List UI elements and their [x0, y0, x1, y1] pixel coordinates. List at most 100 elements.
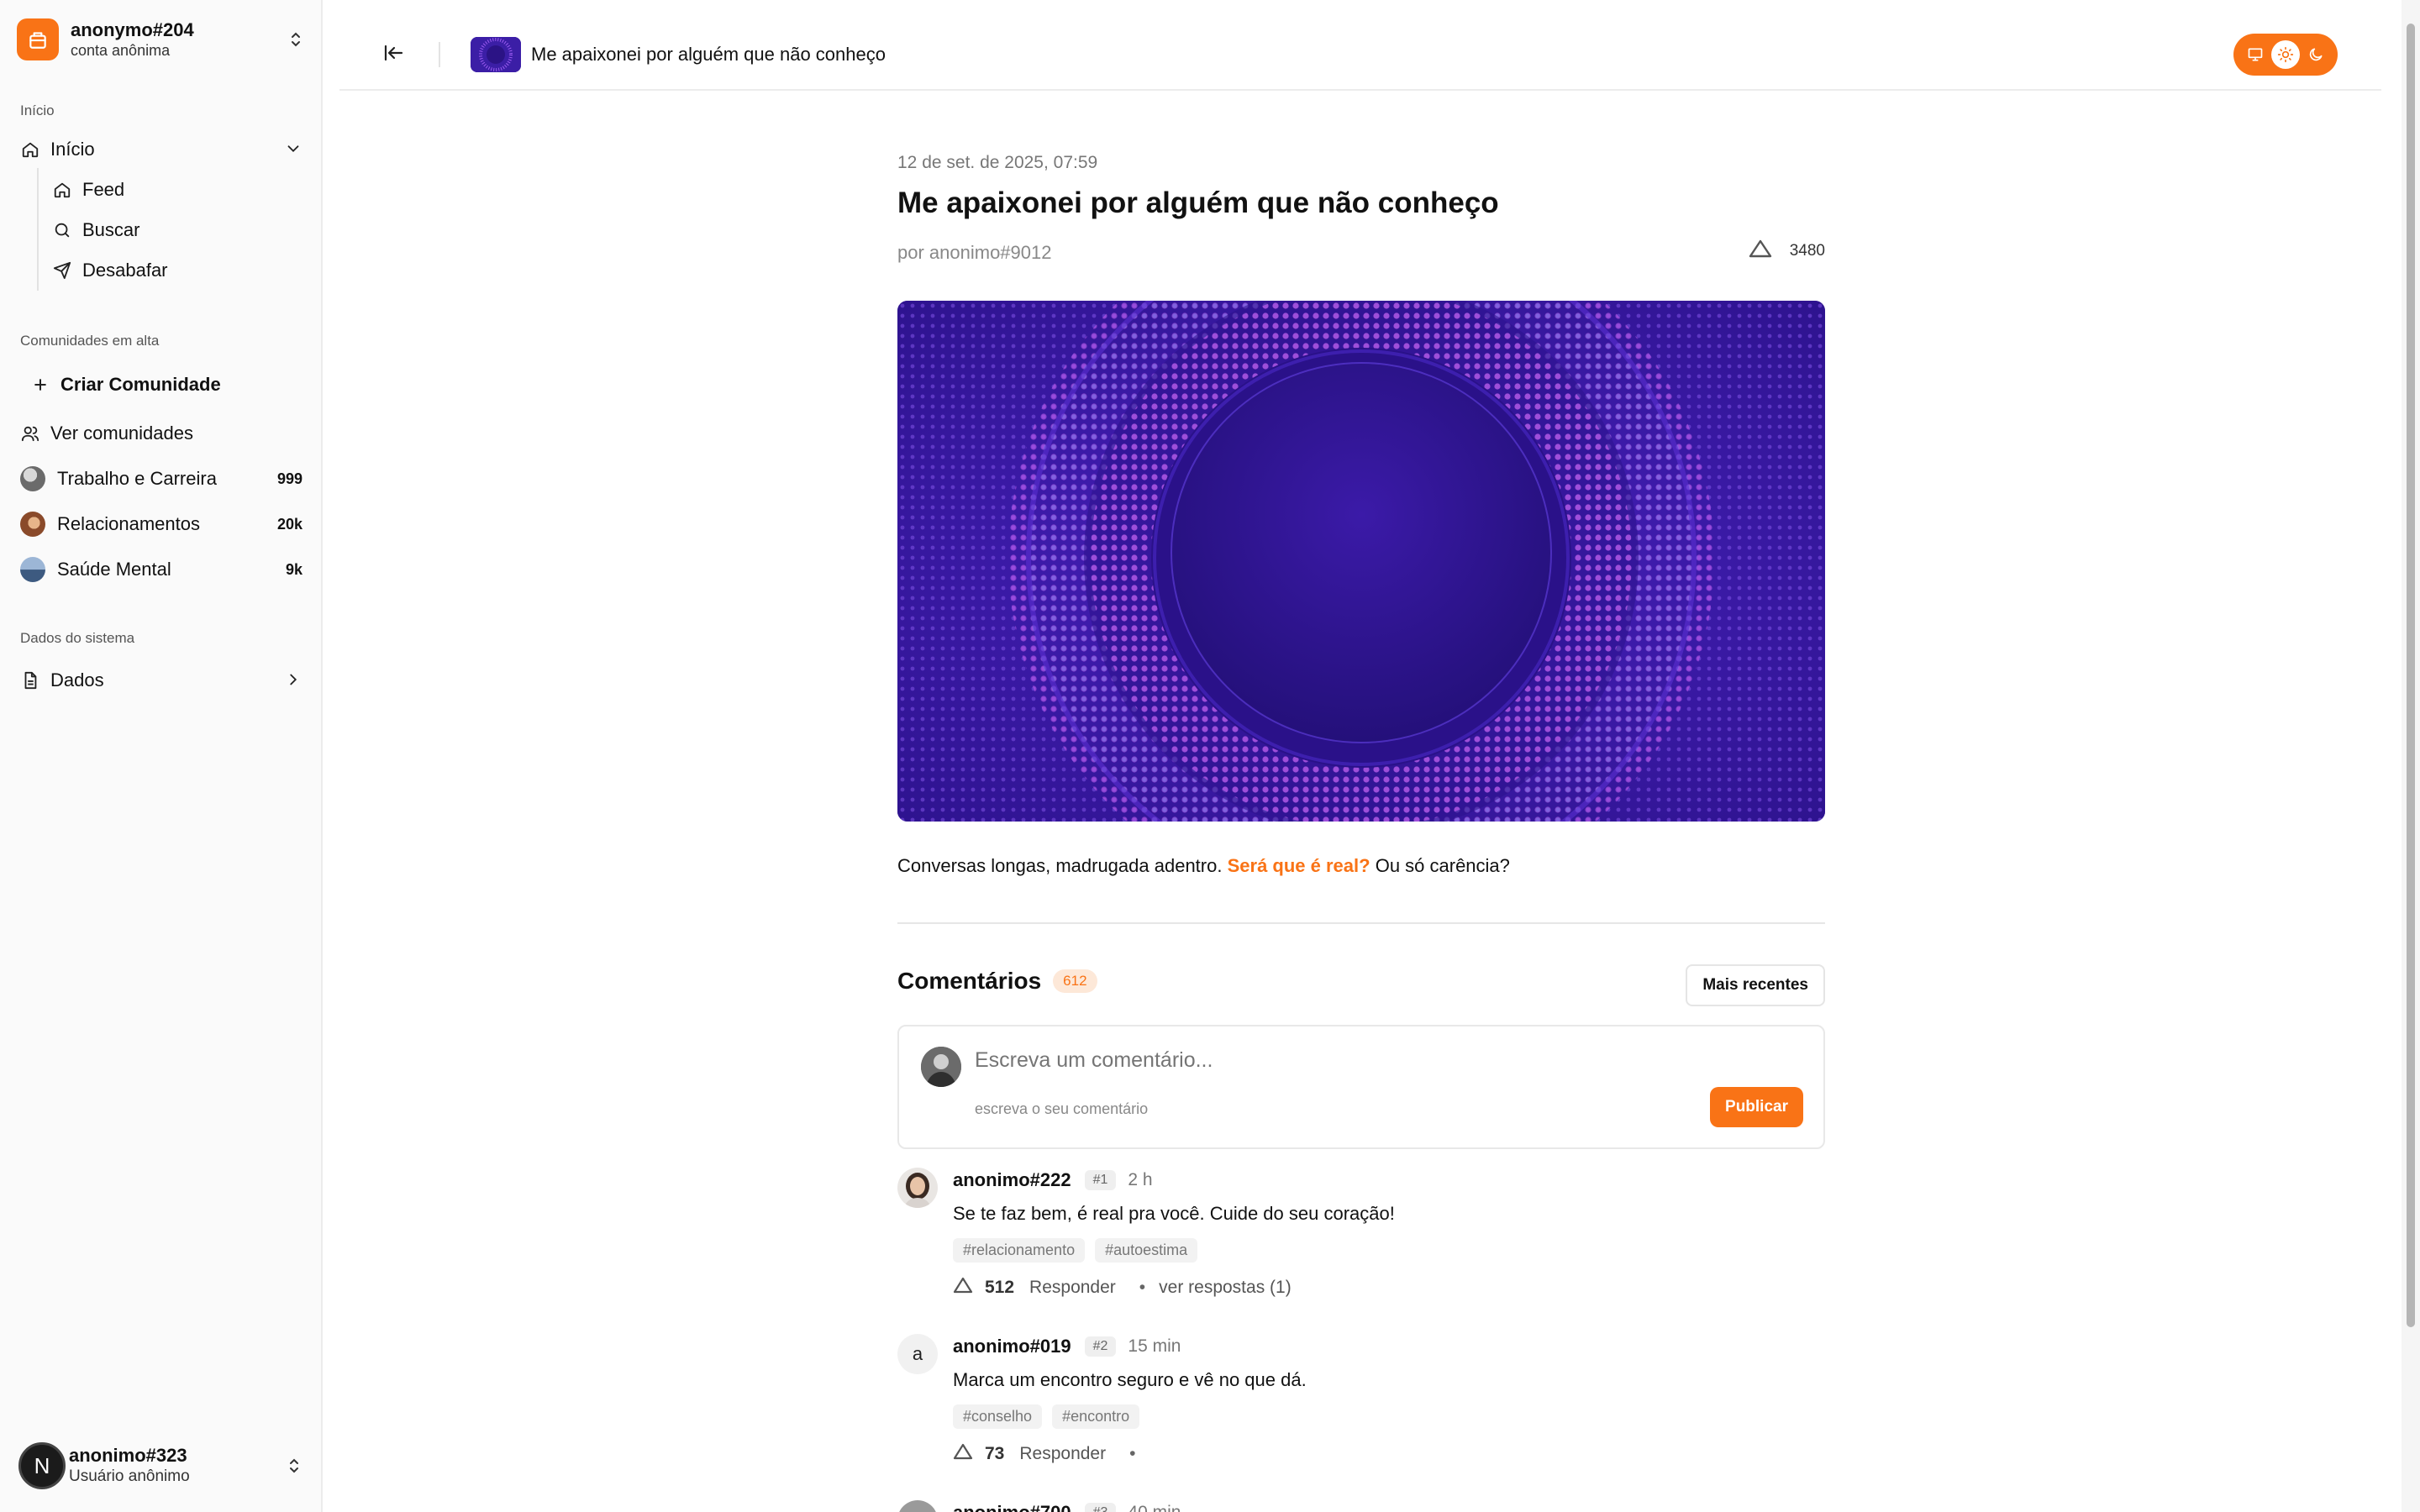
comment-time: 15 min — [1128, 1336, 1181, 1356]
comment-composer: escreva o seu comentário Publicar — [897, 1025, 1825, 1149]
moon-icon[interactable] — [2302, 40, 2330, 69]
theme-toggle[interactable] — [2233, 34, 2338, 76]
post-thumbnail — [471, 37, 521, 72]
upvote-icon[interactable] — [1748, 239, 1773, 264]
community-name: Relacionamentos — [57, 513, 200, 534]
comment-vote-count: 73 — [985, 1444, 1005, 1463]
account-type: conta anônima — [71, 42, 171, 59]
comment-actions: 73 Responder • — [953, 1443, 1149, 1465]
monitor-icon[interactable] — [2241, 40, 2270, 69]
chevron-right-icon[interactable] — [284, 670, 302, 694]
sidebar: anonymo#204 conta anônima Início Início … — [0, 0, 323, 1512]
post-date: 12 de set. de 2025, 07:59 — [897, 153, 1098, 172]
divider — [897, 922, 1825, 924]
publish-button[interactable]: Publicar — [1710, 1087, 1803, 1127]
nav-home[interactable]: Início — [20, 133, 302, 166]
see-communities-link[interactable]: Ver comunidades — [20, 417, 193, 450]
chevron-down-icon[interactable] — [284, 139, 302, 163]
tag[interactable]: #autoestima — [1095, 1238, 1198, 1263]
house-icon — [20, 139, 40, 160]
community-name: Saúde Mental — [57, 559, 171, 580]
search-icon — [52, 220, 72, 240]
reply-button[interactable]: Responder — [1029, 1278, 1116, 1298]
comment-author[interactable]: anonimo#019 — [953, 1336, 1071, 1357]
chevrons-updown-icon[interactable] — [286, 29, 306, 50]
post-votes[interactable]: 3480 — [1748, 239, 1825, 264]
upvote-icon[interactable] — [953, 1277, 973, 1299]
sort-button[interactable]: Mais recentes — [1686, 964, 1825, 1006]
upvote-icon[interactable] — [953, 1443, 973, 1465]
home-icon — [52, 180, 72, 200]
section-label-home: Início — [20, 102, 55, 118]
view-replies-link[interactable]: ver respostas (1) — [1159, 1278, 1292, 1298]
comment-tags: #relacionamento #autoestima — [953, 1238, 1207, 1263]
post-image — [897, 301, 1825, 822]
nav-tree-line — [37, 168, 39, 291]
chevrons-updown-icon[interactable] — [284, 1456, 304, 1476]
community-name: Trabalho e Carreira — [57, 468, 217, 489]
section-label-communities: Comunidades em alta — [20, 333, 160, 349]
comment-input[interactable] — [975, 1048, 1781, 1073]
nav-home-label: Início — [50, 139, 95, 160]
divider — [439, 42, 440, 67]
comment-vote-count: 512 — [985, 1278, 1015, 1297]
sun-icon[interactable] — [2271, 40, 2300, 69]
user-menu[interactable]: N anonimo#323 Usuário anônimo — [18, 1438, 304, 1494]
nav-data-label: Dados — [50, 669, 104, 690]
comment-text: Se te faz bem, é real pra você. Cuide do… — [953, 1203, 1395, 1224]
nav-feed[interactable]: Feed — [52, 173, 124, 207]
post-title: Me apaixonei por alguém que não conheço — [897, 186, 1499, 219]
user-type: Usuário anônimo — [69, 1467, 190, 1485]
topbar: Me apaixonei por alguém que não conheço — [339, 0, 2381, 91]
reply-button[interactable]: Responder — [1019, 1444, 1106, 1464]
separator-dot: • — [1129, 1444, 1136, 1463]
tag[interactable]: #conselho — [953, 1404, 1043, 1429]
section-label-system: Dados do sistema — [20, 630, 135, 646]
comment-number: #2 — [1084, 1336, 1117, 1357]
app-logo-icon — [17, 18, 59, 60]
avatar — [897, 1500, 938, 1512]
scrollbar[interactable] — [2402, 0, 2420, 1512]
nav-data[interactable]: Dados — [20, 664, 302, 697]
separator-dot: • — [1139, 1278, 1146, 1297]
account-name: anonymo#204 — [71, 19, 194, 40]
comment-number: #3 — [1084, 1503, 1117, 1512]
nav-vent-label: Desabafar — [82, 260, 168, 281]
post-body: Conversas longas, madrugada adentro. Ser… — [897, 855, 1510, 877]
user-name: anonimo#323 — [69, 1445, 187, 1466]
nav-search[interactable]: Buscar — [52, 213, 139, 247]
tag[interactable]: #relacionamento — [953, 1238, 1086, 1263]
vote-count: 3480 — [1789, 242, 1825, 260]
header-title: Me apaixonei por alguém que não conheço — [531, 44, 886, 65]
community-item[interactable]: Relacionamentos 20k — [20, 507, 302, 541]
comment-author[interactable]: anonimo#222 — [953, 1169, 1071, 1191]
community-avatar — [20, 466, 45, 491]
comment-item: anonimo#222 #1 2 h Se te faz bem, é real… — [897, 1168, 1825, 1319]
nav-vent[interactable]: Desabafar — [52, 254, 168, 287]
post-body-highlight[interactable]: Será que é real? — [1228, 855, 1370, 876]
avatar — [897, 1168, 938, 1208]
scrollbar-thumb[interactable] — [2407, 24, 2415, 1327]
comment-number: #1 — [1084, 1170, 1117, 1190]
community-item[interactable]: Saúde Mental 9k — [20, 553, 302, 586]
comments-heading: Comentários — [897, 968, 1042, 994]
account-switcher[interactable]: anonymo#204 conta anônima — [17, 17, 306, 62]
avatar — [921, 1047, 961, 1087]
create-community-label: Criar Comunidade — [60, 374, 221, 395]
users-icon — [20, 423, 40, 444]
app: anonymo#204 conta anônima Início Início … — [0, 0, 2420, 1512]
plus-icon — [30, 375, 50, 395]
create-community-button[interactable]: Criar Comunidade — [30, 368, 221, 402]
tag[interactable]: #encontro — [1052, 1404, 1140, 1429]
community-item[interactable]: Trabalho e Carreira 999 — [20, 462, 302, 496]
comment-tags: #conselho #encontro — [953, 1404, 1150, 1429]
comment-author[interactable]: anonimo#700 — [953, 1502, 1071, 1512]
back-arrow-icon[interactable] — [383, 44, 408, 64]
post-body-text: Conversas longas, madrugada adentro. — [897, 855, 1223, 876]
community-count: 20k — [276, 515, 302, 533]
community-count: 999 — [276, 470, 302, 487]
send-icon — [52, 260, 72, 281]
file-icon — [20, 670, 40, 690]
post-author[interactable]: por anonimo#9012 — [897, 242, 1051, 264]
comment-time: 2 h — [1128, 1170, 1153, 1189]
